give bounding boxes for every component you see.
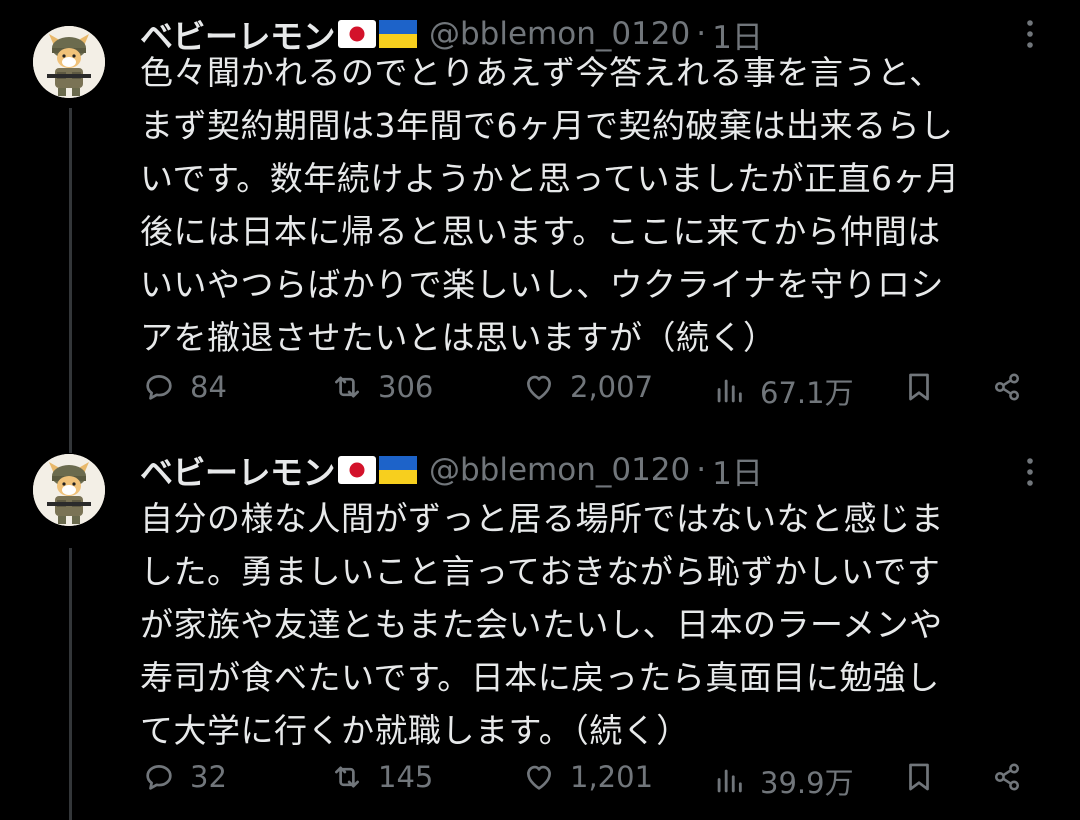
- tweet-text-line: て大学に行くか就職します。（続く）: [140, 711, 690, 750]
- reply-button[interactable]: 84: [142, 370, 227, 404]
- bookmark-icon: [909, 373, 929, 401]
- tweet-text: 自分の様な人間がずっと居る場所ではないなと感じま した。勇ましいこと言っておきな…: [140, 492, 1060, 757]
- timestamp[interactable]: 1日: [712, 448, 763, 493]
- tweet-text-line: いいやつらばかりで楽しいし、ウクライナを守りロシ: [140, 265, 944, 304]
- ukraine-flag-icon: [379, 20, 417, 48]
- japan-flag-icon: [338, 20, 376, 48]
- tweet[interactable]: ベビーレモン @bblemon_0120 · 1日 自分の様な人間がずっと居る場…: [0, 440, 1080, 820]
- more-options-icon[interactable]: [1010, 452, 1050, 492]
- like-button[interactable]: 2,007: [522, 370, 653, 404]
- like-button[interactable]: 1,201: [522, 760, 653, 794]
- analytics-icon: [717, 379, 742, 403]
- action-bar: 32 145 1,201 39.9万: [140, 758, 1040, 802]
- reply-count: 84: [190, 370, 227, 404]
- tweet-text-line: いです。数年続けようかと思っていましたが正直6ヶ月: [140, 159, 960, 198]
- avatar[interactable]: [33, 26, 105, 98]
- tweet-text-line: まず契約期間は3年間で6ヶ月で契約破棄は出来るらし: [140, 106, 954, 145]
- like-count: 2,007: [570, 370, 654, 404]
- view-count: 67.1万: [760, 376, 854, 410]
- avatar-image: [33, 26, 105, 98]
- like-count: 1,201: [570, 760, 654, 794]
- bookmark-button[interactable]: [902, 370, 936, 404]
- tweet-text-line: が家族や友達ともまた会いたいし、日本のラーメンや: [140, 605, 943, 644]
- username-handle[interactable]: @bblemon_0120: [429, 452, 690, 488]
- view-count: 39.9万: [760, 766, 854, 800]
- action-bar: 84 306 2,007 67.1万: [140, 366, 1040, 410]
- reply-icon: [146, 765, 172, 790]
- retweet-icon: [335, 766, 359, 788]
- japan-flag-icon: [338, 456, 376, 484]
- tweet-text-line: 後には日本に帰ると思います。ここに来てから仲間は: [140, 212, 941, 251]
- reply-icon: [146, 375, 172, 400]
- share-icon: [994, 763, 1020, 791]
- tweet-text-line: アを撤退させたいとは思いますが（続く）: [140, 318, 777, 357]
- tweet-text-line: 自分の様な人間がずっと居る場所ではないなと感じま: [140, 499, 944, 538]
- share-icon: [994, 373, 1020, 401]
- display-name[interactable]: ベビーレモン: [140, 446, 336, 494]
- views-button[interactable]: 39.9万: [712, 760, 854, 802]
- avatar-image: [33, 454, 105, 526]
- retweet-count: 145: [378, 760, 434, 794]
- bookmark-icon: [909, 763, 929, 791]
- tweet[interactable]: ベビーレモン @bblemon_0120 · 1日 色々聞かれるのでとりあえず今…: [0, 0, 1080, 440]
- tweet-text: 色々聞かれるのでとりあえず今答えれる事を言うと、 まず契約期間は3年間で6ヶ月で…: [140, 46, 1060, 364]
- retweet-icon: [335, 376, 359, 398]
- retweet-button[interactable]: 306: [330, 370, 433, 404]
- avatar[interactable]: [33, 454, 105, 526]
- share-button[interactable]: [990, 760, 1024, 794]
- reply-button[interactable]: 32: [142, 760, 227, 794]
- tweet-text-line: した。勇ましいこと言っておきながら恥ずかしいです: [140, 552, 941, 591]
- heart-icon: [527, 765, 551, 790]
- analytics-icon: [717, 769, 742, 793]
- tweet-text-line: 寿司が食べたいです。日本に戻ったら真面目に勉強し: [140, 658, 940, 697]
- reply-count: 32: [190, 760, 227, 794]
- bookmark-button[interactable]: [902, 760, 936, 794]
- retweet-button[interactable]: 145: [330, 760, 433, 794]
- views-button[interactable]: 67.1万: [712, 370, 854, 412]
- separator-dot: ·: [696, 452, 707, 488]
- share-button[interactable]: [990, 370, 1024, 404]
- tweet-header: ベビーレモン @bblemon_0120 · 1日: [140, 448, 763, 492]
- retweet-count: 306: [378, 370, 434, 404]
- heart-icon: [527, 375, 551, 400]
- tweet-text-line: 色々聞かれるのでとりあえず今答えれる事を言うと、: [140, 53, 943, 92]
- ukraine-flag-icon: [379, 456, 417, 484]
